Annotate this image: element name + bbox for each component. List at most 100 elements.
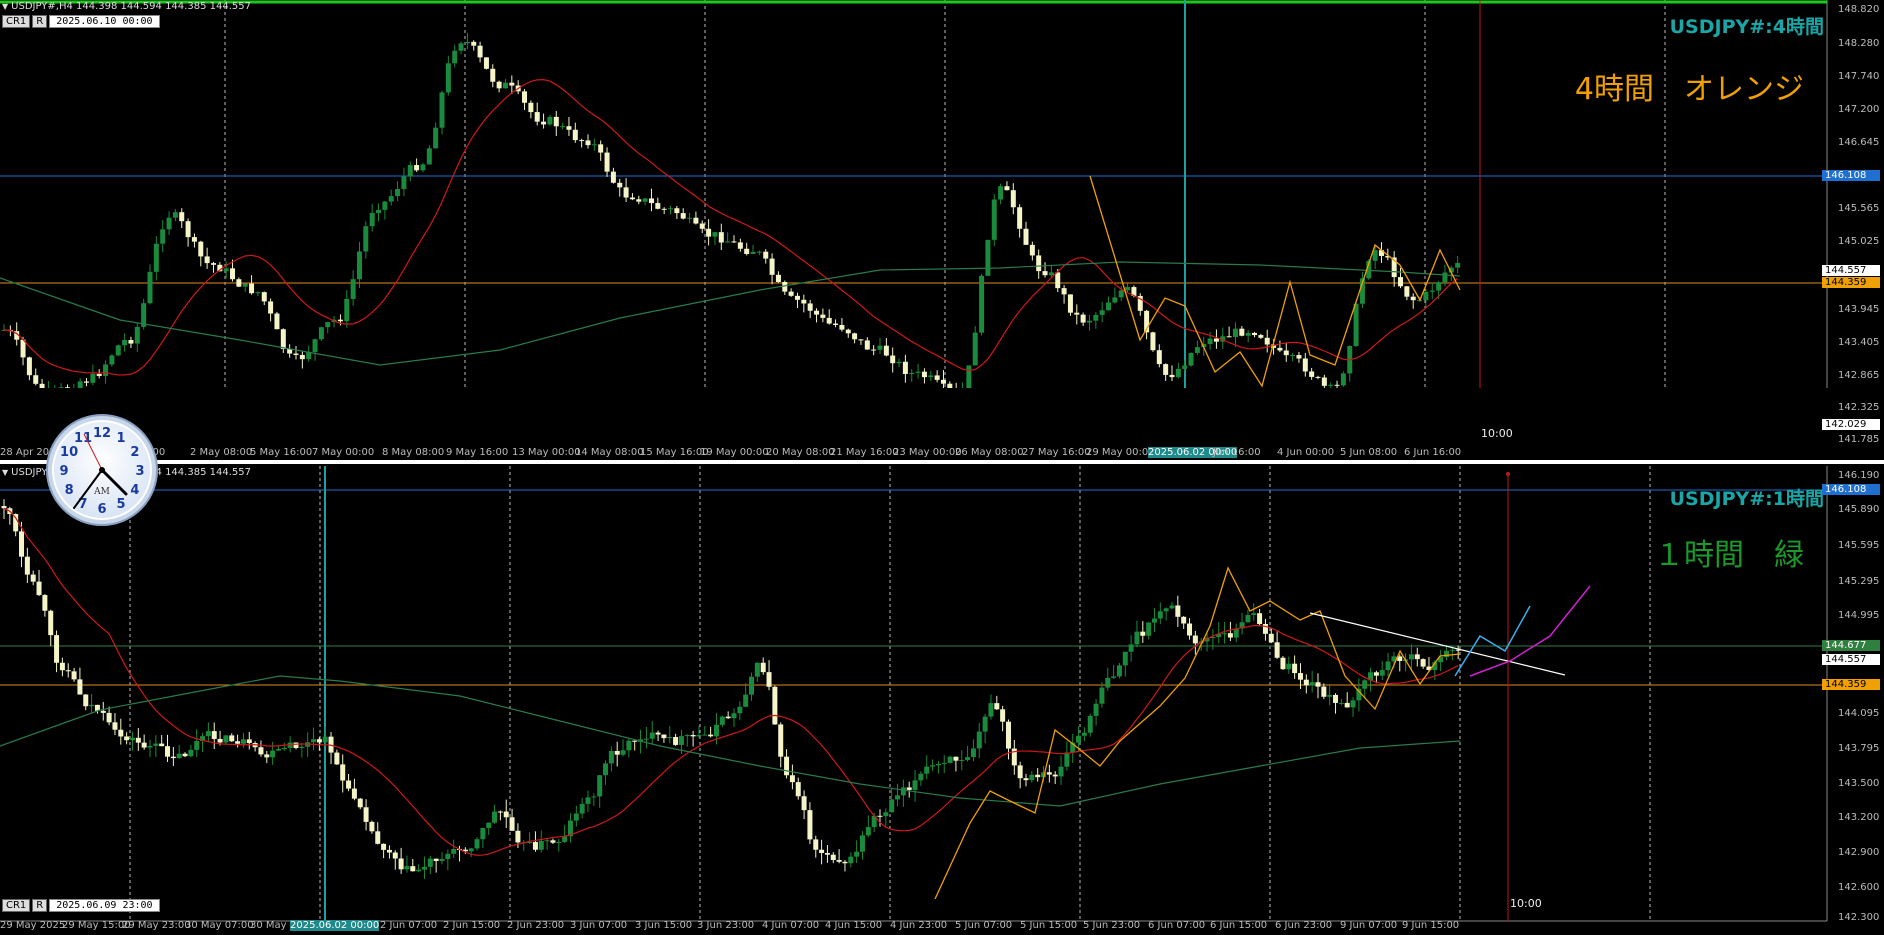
collapse-triangle-icon[interactable]: ▼	[2, 468, 8, 477]
projection-magenta	[1469, 585, 1591, 677]
r-button[interactable]: R	[32, 15, 48, 28]
h4-time-tick: 5 Jun 08:00	[1340, 447, 1398, 458]
h1-time-tick: 2 Jun 07:00	[380, 920, 438, 931]
h4-price-tick: 147.200	[1838, 104, 1880, 115]
slow-ma-line	[0, 261, 1461, 366]
h1-time-tick: 9 Jun 15:00	[1402, 920, 1460, 931]
h4-time-tick: 23 May 00:00	[893, 447, 962, 458]
analog-clock-widget[interactable]: 12 1 2 3 4 5 6 7 8 9 10 11 AM	[44, 412, 160, 532]
h4-chart-header: ▼ USDJPY#,H4 144.398 144.594 144.385 144.…	[2, 1, 251, 12]
h1-time-tick: 29 May 15:00	[62, 920, 131, 931]
clock-face-icon: 12 1234567891011AM	[46, 414, 158, 526]
clock-number: 8	[65, 483, 74, 498]
h1-time-tick: 4 Jun 15:00	[825, 920, 883, 931]
h1-time-tick: 6 Jun 07:00	[1148, 920, 1206, 931]
h4-time-tick: 21 May 16:00	[830, 447, 899, 458]
h1-price-tick: 145.595	[1838, 540, 1880, 551]
h4-price-tick: 146.645	[1838, 137, 1880, 148]
clock-number: 4	[130, 483, 139, 498]
h1-price-tick: 145.890	[1838, 504, 1880, 515]
h1-time-tick: 5 Jun 23:00	[1083, 920, 1141, 931]
cr1-button[interactable]: CR1	[2, 899, 31, 912]
price-tag: 144.557	[1822, 265, 1880, 276]
h4-time-tick: 9 May 16:00	[446, 447, 509, 458]
h4-chart-controls: CR1 R 2025.06.10 00:00	[2, 15, 160, 28]
h4-time-tick: 29 May 00:00	[1086, 447, 1155, 458]
chart-grid	[224, 0, 1666, 388]
r-button[interactable]: R	[32, 899, 48, 912]
red-marker-dot	[1506, 472, 1510, 476]
pane-separator[interactable]	[0, 460, 1884, 464]
price-tag: 142.029	[1822, 419, 1880, 430]
price-tag: 144.359	[1822, 679, 1880, 690]
clock-number: 2	[130, 445, 139, 460]
h4-price-tick: 148.820	[1838, 4, 1880, 15]
h1-price-tick: 144.995	[1838, 610, 1880, 621]
fast-ma-line	[3, 507, 1459, 856]
h4-datetime-field[interactable]: 2025.06.10 00:00	[49, 15, 160, 28]
h1-chart-canvas[interactable]	[0, 466, 1884, 935]
h4-time-tick: 5 May 16:00	[250, 447, 313, 458]
clock-number: 9	[59, 464, 68, 479]
h1-time-tick: 4 Jun 23:00	[890, 920, 948, 931]
h1-time-tick: 9 Jun 07:00	[1340, 920, 1398, 931]
h1-price-tick: 144.095	[1838, 708, 1880, 719]
h1-price-tick: 142.600	[1838, 882, 1880, 893]
price-tag: 144.557	[1822, 654, 1880, 665]
h1-time-tick: 30 May 07:00	[185, 920, 254, 931]
h1-price-tick: 143.795	[1838, 743, 1880, 754]
descending-trendline	[1309, 612, 1566, 676]
clock-ampm: AM	[93, 487, 110, 497]
h4-time-tick: 8 May 08:00	[382, 447, 445, 458]
clock-number: 12	[93, 426, 111, 441]
h4-chart-canvas[interactable]	[0, 0, 1884, 388]
h4-time-tick: 2 May 08:00	[190, 447, 253, 458]
h1-time-tick: 6 Jun 23:00	[1275, 920, 1333, 931]
clock-number: 1	[116, 431, 125, 446]
h1-price-tick: 142.300	[1838, 912, 1880, 923]
clock-number: 5	[116, 497, 125, 512]
h4-timeframe-label: 4時間 オレンジ	[1574, 72, 1804, 107]
h1-chart-pane[interactable]: ▼USDJPY#,H1 144.398 144.594 144.385 144.…	[0, 466, 1884, 935]
h1-price-tick: 145.295	[1838, 576, 1880, 587]
h1-chart-controls: CR1 R 2025.06.09 23:00	[2, 899, 160, 912]
candles	[1, 499, 1461, 880]
h1-symbol-label: USDJPY#:1時間	[1669, 488, 1824, 510]
h1-time-tick: 2 Jun 15:00	[443, 920, 501, 931]
cr1-button[interactable]: CR1	[2, 15, 31, 28]
h4-time-tick: 7 May 00:00	[312, 447, 375, 458]
h1-time-tick: 2025.06.02 00:00	[290, 920, 380, 931]
h4-time-tick: Jun 16:00	[1213, 447, 1261, 458]
price-tag: 144.677	[1822, 640, 1880, 651]
h1-time-tick: 30 May	[250, 920, 287, 931]
h1-time-tick: 29 May 2025	[0, 920, 66, 931]
clock-number: 6	[97, 502, 106, 517]
h4-price-tick: 147.740	[1838, 71, 1880, 82]
h1-datetime-field[interactable]: 2025.06.09 23:00	[49, 899, 160, 912]
collapse-triangle-icon[interactable]: ▼	[2, 2, 8, 11]
h1-time-tick: 5 Jun 07:00	[955, 920, 1013, 931]
chart-grid	[129, 466, 1651, 921]
h4-price-tick: 145.025	[1838, 236, 1880, 247]
h1-price-tick: 143.200	[1838, 812, 1880, 823]
h1-vline-time-label: 10:00	[1510, 897, 1542, 910]
h4-time-tick: 27 May 16:00	[1022, 447, 1091, 458]
h4-chart-pane[interactable]: ▼ USDJPY#,H4 144.398 144.594 144.385 144.…	[0, 0, 1884, 458]
h1-timeframe-label: １時間 緑	[1654, 538, 1804, 573]
h4-time-tick: 19 May 00:00	[700, 447, 769, 458]
projection-blue	[1454, 605, 1531, 677]
candles	[1, 32, 1461, 388]
h4-price-tick: 143.945	[1838, 304, 1880, 315]
h1-time-tick: 4 Jun 07:00	[762, 920, 820, 931]
h1-time-tick: 3 Jun 23:00	[697, 920, 755, 931]
h1-time-tick: 5 Jun 15:00	[1020, 920, 1078, 931]
h4-price-tick: 143.405	[1838, 337, 1880, 348]
h1-price-tick: 142.900	[1838, 847, 1880, 858]
h4-price-tick: 145.565	[1838, 203, 1880, 214]
h4-time-tick: 15 May 16:00	[640, 447, 709, 458]
price-tag: 146.108	[1822, 170, 1880, 181]
h4-price-tick: 141.785	[1838, 434, 1880, 445]
price-tag: 146.108	[1822, 484, 1880, 495]
price-tag: 144.359	[1822, 277, 1880, 288]
h4-vline-time-label: 10:00	[1481, 427, 1513, 440]
